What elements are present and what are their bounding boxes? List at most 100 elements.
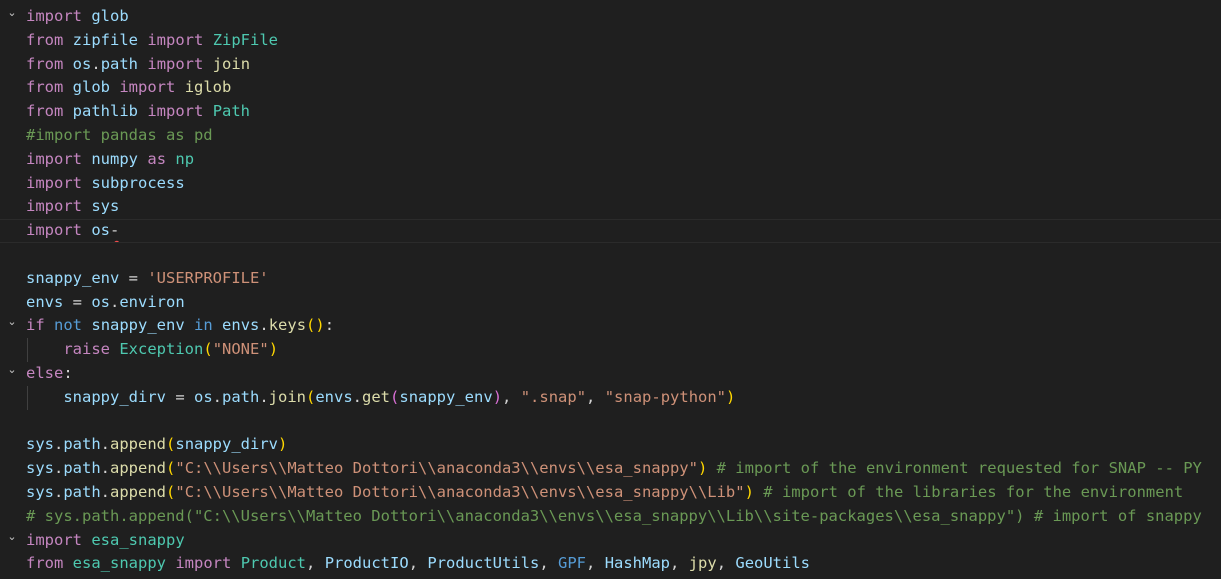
code-line[interactable]: ⌄ if not snappy_env in envs.keys(): bbox=[0, 314, 1221, 338]
code-token: esa_snappy bbox=[91, 530, 185, 549]
code-line[interactable]: from os.path import join bbox=[0, 53, 1221, 77]
code-token: : bbox=[63, 364, 73, 382]
code-token: path bbox=[100, 54, 139, 73]
code-line[interactable] bbox=[0, 410, 1221, 434]
code-token: = bbox=[165, 387, 194, 406]
code-token: os bbox=[72, 54, 92, 73]
code-token: import bbox=[26, 197, 82, 216]
code-token: sys bbox=[26, 459, 54, 478]
chevron-down-icon[interactable]: ⌄ bbox=[4, 5, 20, 29]
code-token: append bbox=[110, 459, 167, 478]
code-token: , bbox=[670, 554, 689, 573]
code-token: . bbox=[100, 435, 111, 454]
code-line[interactable]: ⌄ else: bbox=[0, 362, 1221, 386]
code-token: : bbox=[324, 316, 335, 335]
code-line[interactable]: # sys.path.append("C:\\Users\\Matteo Dot… bbox=[0, 505, 1221, 529]
code-token: . bbox=[259, 387, 269, 406]
code-token: , bbox=[502, 387, 521, 406]
code-line[interactable]: sys.path.append(snappy_dirv) bbox=[0, 433, 1221, 457]
code-token: , bbox=[539, 554, 559, 573]
code-token: # import of the libraries for the enviro… bbox=[763, 483, 1184, 501]
code-token: import bbox=[175, 554, 232, 573]
code-token: HashMap bbox=[604, 554, 671, 573]
chevron-down-icon[interactable]: ⌄ bbox=[4, 362, 20, 386]
chevron-down-icon[interactable]: ⌄ bbox=[4, 529, 20, 553]
code-token: not bbox=[54, 316, 83, 335]
code-token: ".snap" bbox=[520, 387, 587, 406]
code-token: ) bbox=[697, 459, 708, 478]
code-token: ) bbox=[744, 483, 754, 501]
code-line[interactable]: sys.path.append("C:\\Users\\Matteo Dotto… bbox=[0, 457, 1221, 481]
code-token: 'USERPROFILE' bbox=[147, 268, 269, 287]
code-line[interactable]: #import pandas as pd bbox=[0, 124, 1221, 148]
code-token: GPF bbox=[558, 554, 587, 573]
code-text: #import pandas as pd bbox=[26, 124, 213, 148]
code-token: import bbox=[147, 54, 204, 73]
code-text: import sys bbox=[26, 195, 119, 219]
code-text: sys.path.append(snappy_dirv) bbox=[26, 433, 287, 457]
code-token: sys bbox=[91, 197, 120, 216]
code-text: from zipfile import ZipFile bbox=[26, 29, 278, 53]
code-line[interactable]: from esa_snappy import Product, ProductI… bbox=[0, 552, 1221, 576]
code-line[interactable]: sys.path.append("C:\\Users\\Matteo Dotto… bbox=[0, 481, 1221, 505]
code-token: #import pandas as pd bbox=[26, 126, 213, 144]
code-text: snappy_env = 'USERPROFILE' bbox=[26, 267, 269, 291]
code-line[interactable]: import subprocess bbox=[0, 172, 1221, 196]
code-token: , bbox=[586, 554, 605, 573]
code-text: from pathlib import Path bbox=[26, 100, 250, 124]
code-token: path bbox=[222, 387, 260, 406]
code-line[interactable]: ⌄ import glob bbox=[0, 5, 1221, 29]
code-token: "snap-python" bbox=[604, 387, 727, 406]
code-token: np bbox=[175, 149, 195, 168]
code-text: sys.path.append("C:\\Users\\Matteo Dotto… bbox=[26, 457, 1202, 481]
code-token: os bbox=[91, 292, 110, 311]
code-text: sys.path.append("C:\\Users\\Matteo Dotto… bbox=[26, 481, 1183, 505]
code-line[interactable]: envs = os.environ bbox=[0, 291, 1221, 315]
code-line[interactable]: from glob import iglob bbox=[0, 76, 1221, 100]
code-line[interactable]: import sys bbox=[0, 195, 1221, 219]
code-token: if bbox=[26, 316, 45, 335]
code-token: ZipFile bbox=[212, 30, 279, 49]
code-text: raise Exception("NONE") bbox=[26, 338, 278, 362]
code-token: from bbox=[26, 78, 64, 97]
code-token: path bbox=[63, 459, 101, 478]
code-text: import esa_snappy bbox=[26, 529, 185, 553]
code-token: as bbox=[147, 149, 167, 168]
code-line[interactable]: from zipfile import ZipFile bbox=[0, 29, 1221, 53]
code-token: sys bbox=[26, 483, 54, 501]
code-token: import bbox=[119, 78, 176, 97]
code-line[interactable]: import numpy as np bbox=[0, 148, 1221, 172]
code-token: . bbox=[352, 387, 363, 406]
code-line[interactable]: raise Exception("NONE") bbox=[0, 338, 1221, 362]
code-token: . bbox=[100, 483, 111, 501]
code-line[interactable]: ⌄ import esa_snappy bbox=[0, 529, 1221, 553]
code-token: snappy_env bbox=[26, 268, 120, 287]
code-token: = bbox=[63, 292, 92, 311]
code-text: from esa_snappy import Product, ProductI… bbox=[26, 552, 810, 576]
code-token: os bbox=[193, 387, 213, 406]
code-token: ( bbox=[390, 387, 400, 406]
code-token: . bbox=[100, 459, 111, 478]
code-line[interactable]: from pathlib import Path bbox=[0, 100, 1221, 124]
chevron-down-icon[interactable]: ⌄ bbox=[4, 314, 20, 338]
code-line[interactable] bbox=[0, 243, 1221, 267]
code-token: # sys.path.append("C:\\Users\\Matteo Dot… bbox=[26, 506, 1202, 525]
code-token: snappy_env bbox=[91, 316, 185, 335]
code-token: append bbox=[110, 483, 167, 501]
code-token: import bbox=[26, 7, 82, 25]
code-text: from os.path import join bbox=[26, 53, 250, 77]
code-line[interactable]: import os- bbox=[0, 219, 1221, 243]
code-line[interactable]: snappy_env = 'USERPROFILE' bbox=[0, 267, 1221, 291]
code-line[interactable]: snappy_dirv = os.path.join(envs.get(snap… bbox=[0, 385, 1221, 410]
code-editor[interactable]: ⌄ import glob from zipfile import ZipFile f… bbox=[0, 0, 1221, 579]
